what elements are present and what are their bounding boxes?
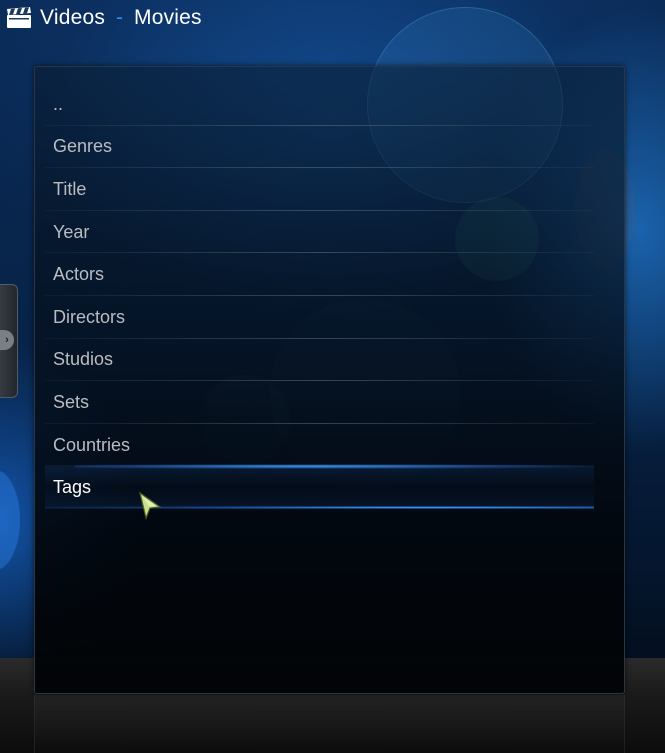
list-item-studios[interactable]: Studios [35, 339, 624, 382]
list-item-label: Genres [53, 136, 113, 157]
list-item-countries[interactable]: Countries [35, 424, 624, 467]
breadcrumb: Videos - Movies [6, 4, 202, 32]
list-item-label: Sets [53, 391, 90, 412]
list-item-sets[interactable]: Sets [35, 381, 624, 424]
list-item-label: .. [53, 93, 64, 114]
clapperboard-icon [6, 7, 32, 29]
breadcrumb-separator: - [116, 6, 124, 29]
list-item-title[interactable]: Title [35, 168, 624, 211]
panel-reflection [34, 695, 625, 753]
list-item-label: Studios [53, 349, 114, 370]
list-item-year[interactable]: Year [35, 211, 624, 254]
breadcrumb-section[interactable]: Videos [40, 6, 105, 30]
list-item-tags[interactable]: Tags [35, 464, 624, 509]
list-item-parent[interactable]: .. [35, 83, 624, 126]
library-list: .. Genres Title Year Actors Directors St… [35, 83, 624, 509]
mouse-cursor-icon [138, 491, 164, 526]
list-item-label: Year [53, 221, 90, 242]
library-list-panel: .. Genres Title Year Actors Directors St… [34, 66, 625, 694]
list-item-label: Countries [53, 434, 131, 455]
list-item-actors[interactable]: Actors [35, 253, 624, 296]
list-item-label: Title [53, 178, 87, 199]
list-item-label: Tags [53, 477, 92, 498]
list-item-label: Actors [53, 264, 105, 285]
list-item-label: Directors [53, 306, 126, 327]
selection-highlight [45, 466, 594, 509]
list-item-genres[interactable]: Genres [35, 126, 624, 169]
breadcrumb-subsection: Movies [134, 6, 202, 29]
list-item-directors[interactable]: Directors [35, 296, 624, 339]
